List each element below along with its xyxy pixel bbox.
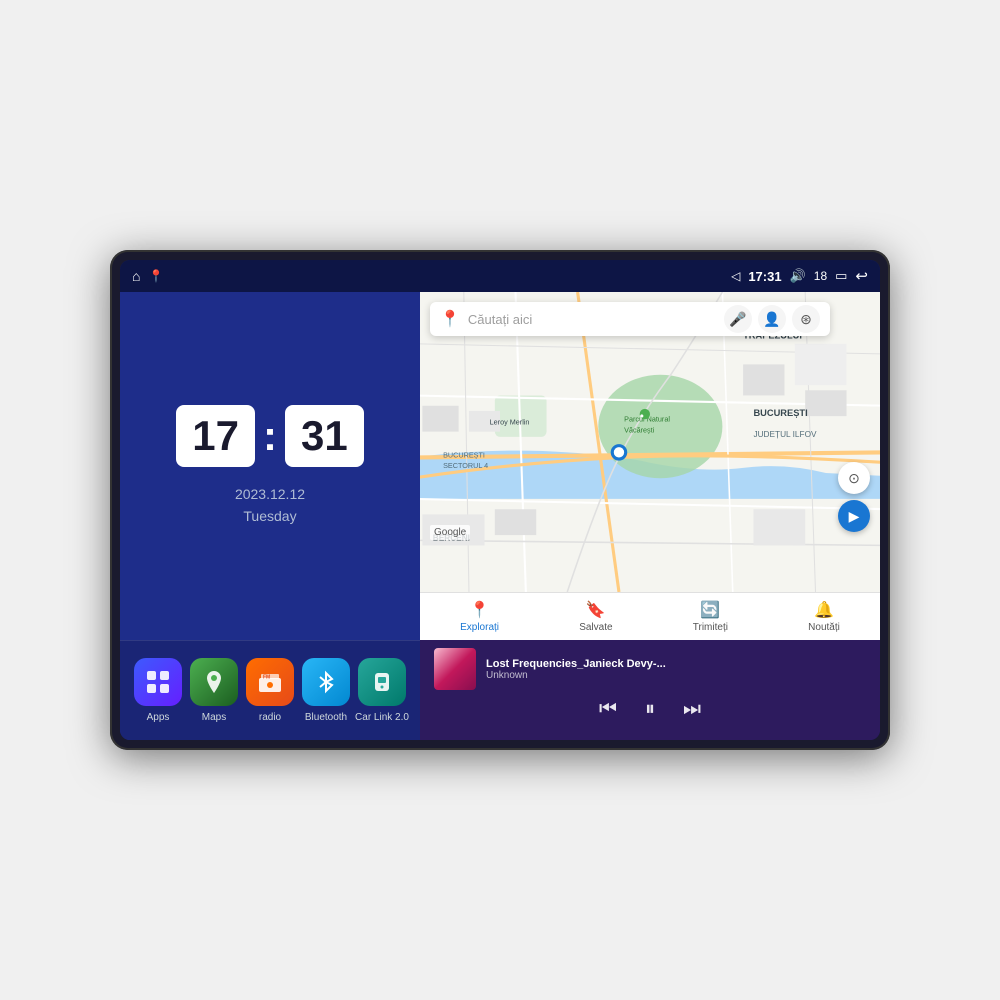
map-nav-share[interactable]: 🔄 Trimiteți	[693, 600, 728, 633]
svg-text:Văcărești: Văcărești	[624, 426, 655, 435]
news-icon: 🔔	[814, 600, 834, 620]
app-label-radio: radio	[259, 712, 281, 723]
app-item-maps[interactable]: Maps	[187, 658, 241, 723]
navigate-button[interactable]: ▶	[838, 500, 870, 532]
music-text: Lost Frequencies_Janieck Devy-... Unknow…	[486, 658, 866, 681]
svg-text:Leroy Merlin: Leroy Merlin	[490, 417, 530, 426]
home-icon[interactable]: ⌂	[132, 268, 140, 284]
share-label: Trimiteți	[693, 622, 728, 633]
app-label-carlink: Car Link 2.0	[355, 712, 409, 723]
next-button[interactable]: ⏭	[683, 698, 701, 721]
svg-text:BUCUREȘTI: BUCUREȘTI	[753, 408, 807, 418]
carlink-icon	[358, 658, 406, 706]
clock-day-value: Tuesday	[235, 505, 305, 527]
svg-text:SECTORUL 4: SECTORUL 4	[443, 461, 488, 470]
prev-button[interactable]: ⏮	[599, 698, 617, 721]
app-item-carlink[interactable]: Car Link 2.0	[355, 658, 409, 723]
bluetooth-icon	[302, 658, 350, 706]
map-search-bar[interactable]: 📍 Căutați aici 🎤 👤 ⊛	[430, 302, 830, 336]
app-item-radio[interactable]: FM radio	[243, 658, 297, 723]
battery-level: 18	[814, 269, 827, 283]
right-panel: TRAPEZULUI BUCUREȘTI JUDEȚUL ILFOV BERCE…	[420, 292, 880, 740]
map-area[interactable]: TRAPEZULUI BUCUREȘTI JUDEȚUL ILFOV BERCE…	[420, 292, 880, 592]
music-player: Lost Frequencies_Janieck Devy-... Unknow…	[420, 640, 880, 740]
back-icon[interactable]: ↩	[855, 267, 868, 285]
svg-text:●: ●	[640, 411, 644, 420]
status-left-icons: ⌂ 📍	[132, 268, 163, 284]
news-label: Noutăți	[808, 622, 840, 633]
app-label-bluetooth: Bluetooth	[305, 712, 347, 723]
map-nav-saved[interactable]: 🔖 Salvate	[579, 600, 612, 633]
maps-status-icon[interactable]: 📍	[148, 269, 163, 283]
clock-date: 2023.12.12 Tuesday	[235, 483, 305, 528]
app-item-apps[interactable]: Apps	[131, 658, 185, 723]
music-info: Lost Frequencies_Janieck Devy-... Unknow…	[434, 648, 866, 690]
map-nav-explore[interactable]: 📍 Explorați	[460, 600, 499, 633]
saved-icon: 🔖	[586, 600, 606, 620]
main-content: 17 : 31 2023.12.12 Tuesday	[120, 292, 880, 740]
left-panel: 17 : 31 2023.12.12 Tuesday	[120, 292, 420, 740]
maps-icon	[190, 658, 238, 706]
device-screen: ⌂ 📍 ◁ 17:31 🔊 18 ▭ ↩ 17 :	[120, 260, 880, 740]
map-nav-bar: 📍 Explorați 🔖 Salvate 🔄 Trimiteți 🔔 Nout…	[420, 592, 880, 640]
saved-label: Salvate	[579, 622, 612, 633]
volume-icon[interactable]: 🔊	[790, 268, 806, 284]
clock-minute: 31	[285, 405, 364, 467]
layers-button[interactable]: ⊛	[792, 305, 820, 333]
map-nav-news[interactable]: 🔔 Noutăți	[808, 600, 840, 633]
signal-icon: ◁	[731, 269, 740, 283]
clock-display: 17 : 31	[176, 405, 363, 467]
map-fab-buttons: ⊙ ▶	[838, 462, 870, 532]
battery-icon: ▭	[835, 268, 847, 284]
status-bar: ⌂ 📍 ◁ 17:31 🔊 18 ▭ ↩	[120, 260, 880, 292]
music-thumb-image	[434, 648, 476, 690]
svg-text:FM: FM	[263, 675, 270, 681]
svg-text:JUDEȚUL ILFOV: JUDEȚUL ILFOV	[753, 430, 817, 439]
map-search-placeholder[interactable]: Căutați aici	[468, 312, 716, 327]
music-title: Lost Frequencies_Janieck Devy-...	[486, 658, 866, 670]
explore-icon: 📍	[470, 600, 490, 620]
music-controls: ⏮ ⏸ ⏭	[434, 698, 866, 721]
clock-hour: 17	[176, 405, 255, 467]
radio-icon: FM	[246, 658, 294, 706]
status-time: 17:31	[748, 269, 781, 284]
map-search-actions: 🎤 👤 ⊛	[724, 305, 820, 333]
app-bar: Apps Maps	[120, 640, 420, 740]
voice-search-button[interactable]: 🎤	[724, 305, 752, 333]
app-label-apps: Apps	[147, 712, 170, 723]
music-thumbnail	[434, 648, 476, 690]
share-icon: 🔄	[700, 600, 720, 620]
svg-text:BUCUREȘTI: BUCUREȘTI	[443, 451, 485, 460]
clock-colon: :	[263, 412, 277, 460]
clock-date-value: 2023.12.12	[235, 483, 305, 505]
account-button[interactable]: 👤	[758, 305, 786, 333]
status-right-info: ◁ 17:31 🔊 18 ▭ ↩	[731, 267, 868, 285]
compass-button[interactable]: ⊙	[838, 462, 870, 494]
device: ⌂ 📍 ◁ 17:31 🔊 18 ▭ ↩ 17 :	[110, 250, 890, 750]
map-pin-icon: 📍	[440, 309, 460, 329]
clock-widget: 17 : 31 2023.12.12 Tuesday	[120, 292, 420, 640]
play-pause-button[interactable]: ⏸	[645, 698, 655, 721]
app-label-maps: Maps	[202, 712, 226, 723]
google-logo: Google	[430, 525, 470, 540]
app-item-bluetooth[interactable]: Bluetooth	[299, 658, 353, 723]
music-artist: Unknown	[486, 670, 866, 681]
explore-label: Explorați	[460, 622, 499, 633]
apps-icon	[134, 658, 182, 706]
